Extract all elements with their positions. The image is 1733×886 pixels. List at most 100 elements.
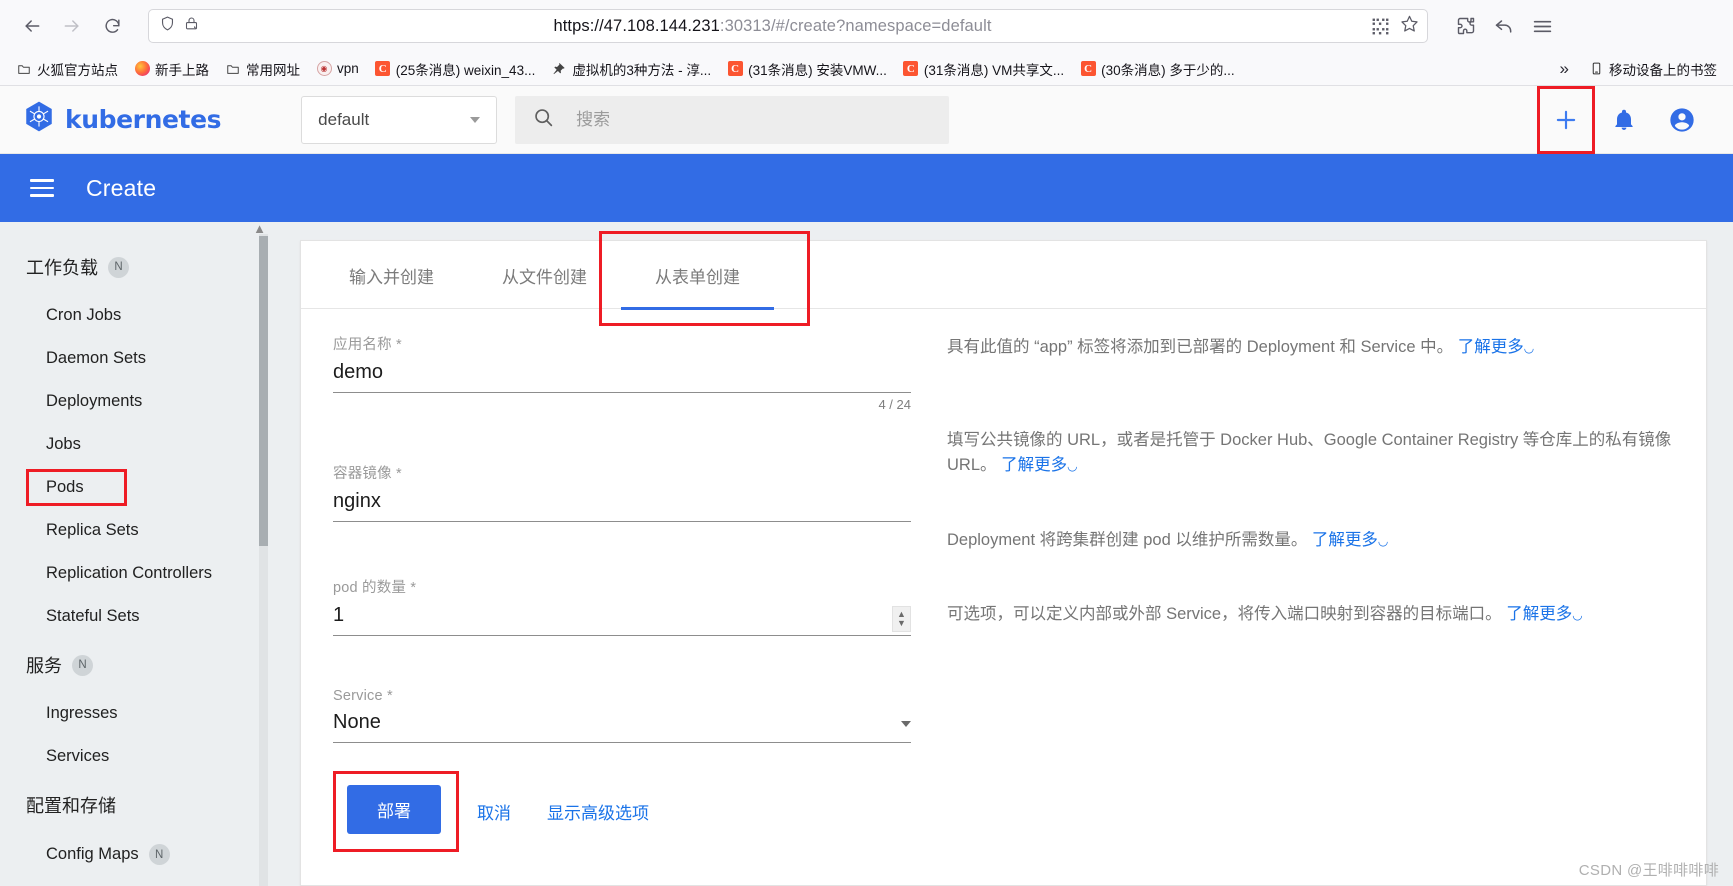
bookmark-item[interactable]: C (30条消息) 多于少的... — [1073, 55, 1242, 83]
field-label: 容器镜像 * — [333, 466, 402, 482]
sidebar-item-replica-sets[interactable]: Replica Sets — [0, 509, 268, 552]
lock-icon[interactable] — [184, 15, 199, 37]
sidebar-item-label: Deployments — [46, 392, 143, 410]
bookmark-item[interactable]: 常用网址 — [218, 55, 307, 83]
learn-more-link[interactable]: 了解更多 — [1506, 605, 1572, 623]
sidebar-item-config-maps[interactable]: Config Maps N — [0, 832, 268, 877]
field-label: pod 的数量 * — [333, 580, 417, 596]
bookmark-label: (30条消息) 多于少的... — [1101, 62, 1235, 78]
app-name-input[interactable]: demo — [333, 360, 911, 393]
bookmark-item[interactable]: C (25条消息) weixin_43... — [368, 55, 543, 83]
field-app-name: 应用名称 * demo 4 / 24 — [333, 333, 911, 412]
bookmark-item[interactable]: 新手上路 — [127, 55, 216, 83]
shield-icon[interactable] — [159, 15, 176, 37]
sidebar-item-services[interactable]: Services — [0, 735, 268, 778]
back-button[interactable] — [14, 8, 50, 44]
cancel-button[interactable]: 取消 — [459, 787, 529, 836]
app-body: ▲ 工作负载 N Cron Jobs Daemon Sets Deploymen… — [0, 222, 1733, 886]
deploy-button[interactable]: 部署 — [347, 785, 441, 834]
pin-icon — [551, 61, 567, 77]
extensions-puzzle-icon[interactable] — [1448, 8, 1484, 44]
external-link-icon[interactable]: ◡ — [1067, 459, 1077, 473]
search-input[interactable] — [576, 109, 932, 130]
tab-form-create[interactable]: 从表单创建 — [599, 231, 810, 326]
firefox-icon — [134, 61, 150, 77]
pod-count-input[interactable]: 1 ▲ ▼ — [333, 603, 911, 636]
learn-more-link[interactable]: 了解更多 — [1001, 456, 1067, 474]
learn-more-link[interactable]: 了解更多 — [1458, 338, 1524, 356]
sidebar-group-label: 工作负载 — [26, 258, 98, 278]
sidebar-item-ingresses[interactable]: Ingresses — [0, 692, 268, 735]
show-advanced-options-button[interactable]: 显示高级选项 — [529, 787, 667, 836]
sidebar-item-label: Ingresses — [46, 704, 118, 722]
tab-file-create[interactable]: 从文件创建 — [468, 241, 621, 309]
undo-arrow-icon[interactable] — [1486, 8, 1522, 44]
external-link-icon[interactable]: ◡ — [1524, 341, 1534, 355]
form-fields-column: 应用名称 * demo 4 / 24 容器镜像 * nginx pod 的数量 … — [301, 333, 911, 852]
field-spacer — [333, 422, 911, 462]
sidebar-toggle-hamburger-icon[interactable] — [30, 179, 54, 197]
bookmark-item[interactable]: C (31条消息) 安装VMW... — [720, 55, 894, 83]
external-link-icon[interactable]: ◡ — [1378, 534, 1388, 548]
sidebar-item-label: Pods — [46, 478, 84, 496]
sidebar-item-replication-controllers[interactable]: Replication Controllers — [0, 552, 268, 595]
vpn-site-icon: ◉ — [316, 61, 332, 77]
address-bar-url: https://47.108.144.231:30313/#/create?na… — [208, 17, 1417, 36]
kubernetes-brand-text: kubernetes — [65, 105, 222, 134]
learn-more-link[interactable]: 了解更多 — [1312, 531, 1378, 549]
page-header: Create — [0, 154, 1733, 222]
chevron-down-icon — [470, 116, 481, 123]
bookmark-star-icon[interactable] — [1400, 14, 1419, 38]
sidebar-group-label: 服务 — [26, 656, 62, 676]
bookmark-item[interactable]: 火狐官方站点 — [9, 55, 125, 83]
browser-navigation-bar: https://47.108.144.231:30313/#/create?na… — [0, 0, 1733, 52]
field-value: 1 — [333, 604, 345, 626]
kubernetes-logo[interactable]: kubernetes — [22, 100, 222, 139]
url-path: /#/create?namespace=default — [770, 16, 992, 35]
bookmark-item[interactable]: 虚拟机的3种方法 - 淳... — [544, 55, 718, 83]
bookmarks-overflow-button[interactable]: » — [1550, 59, 1579, 79]
sidebar-item-daemon-sets[interactable]: Daemon Sets — [0, 337, 268, 380]
bookmark-item[interactable]: ◉ vpn — [309, 57, 366, 81]
sidebar-item-label: Stateful Sets — [46, 607, 140, 625]
k8s-topbar: kubernetes default — [0, 85, 1733, 154]
url-port: :30313 — [719, 16, 771, 35]
field-value: None — [333, 711, 381, 733]
container-image-input[interactable]: nginx — [333, 489, 911, 522]
namespace-selector[interactable]: default — [301, 95, 498, 144]
create-card: 输入并创建 从文件创建 从表单创建 应用名称 * demo 4 / 24 容器镜… — [300, 231, 1719, 886]
address-bar-actions — [1371, 10, 1419, 42]
folder-icon — [16, 61, 32, 77]
address-bar[interactable]: https://47.108.144.231:30313/#/create?na… — [148, 9, 1428, 43]
forward-button[interactable] — [54, 8, 90, 44]
bookmark-item[interactable]: C (31条消息) VM共享文... — [896, 55, 1071, 83]
sidebar-item-stateful-sets[interactable]: Stateful Sets — [0, 595, 268, 638]
sidebar-item-label: Config Maps — [46, 845, 139, 863]
create-resource-button[interactable] — [1537, 85, 1595, 154]
sidebar-item-cron-jobs[interactable]: Cron Jobs — [0, 294, 268, 337]
url-host: 47.108.144.231 — [603, 16, 720, 35]
namespace-badge: N — [148, 844, 170, 865]
notifications-bell-icon[interactable] — [1595, 86, 1653, 154]
sidebar-item-deployments[interactable]: Deployments — [0, 380, 268, 423]
field-spacer — [333, 532, 911, 576]
reload-button[interactable] — [94, 8, 130, 44]
hamburger-menu-icon[interactable] — [1524, 8, 1560, 44]
stepper-down-arrow[interactable]: ▼ — [897, 619, 906, 628]
sidebar-item-jobs[interactable]: Jobs — [0, 423, 268, 466]
service-select[interactable]: None — [333, 710, 911, 743]
global-search[interactable] — [515, 95, 950, 144]
external-link-icon[interactable]: ◡ — [1572, 608, 1582, 622]
tab-label: 输入并创建 — [349, 267, 434, 287]
url-scheme: https:// — [553, 16, 604, 35]
number-stepper-icon[interactable]: ▲ ▼ — [892, 606, 911, 632]
mobile-bookmarks-label: 移动设备上的书签 — [1609, 62, 1717, 78]
sidebar-item-pods[interactable]: Pods — [0, 466, 268, 509]
account-circle-icon[interactable] — [1653, 86, 1711, 154]
chevron-down-icon — [901, 721, 911, 727]
mobile-bookmarks-item[interactable]: 移动设备上的书签 — [1581, 55, 1724, 83]
field-service: Service * None — [333, 688, 911, 743]
qr-code-icon[interactable] — [1371, 17, 1390, 36]
sidebar-scrollbar-thumb[interactable] — [259, 236, 268, 546]
tab-input-create[interactable]: 输入并创建 — [315, 241, 468, 309]
